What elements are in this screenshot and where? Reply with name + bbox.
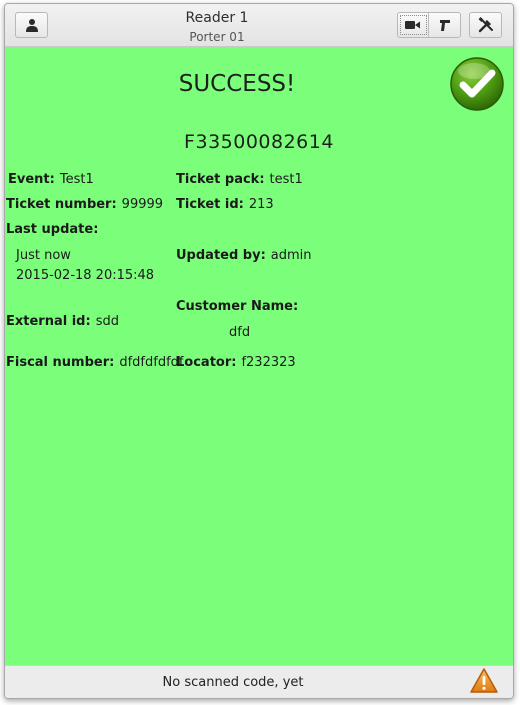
locator-field: Locator: f232323 xyxy=(176,355,296,370)
title-bar: Reader 1 Porter 01 xyxy=(5,4,513,47)
external-id-label: External id: xyxy=(6,314,91,329)
app-window: Reader 1 Porter 01 SUCCESS! F33500082614… xyxy=(4,3,514,699)
settings-button[interactable] xyxy=(469,12,502,38)
locator-label: Locator: xyxy=(176,355,237,370)
ticket-id-label: Ticket id: xyxy=(176,197,244,212)
ticket-pack-label: Ticket pack: xyxy=(176,172,265,187)
ticket-number-label: Ticket number: xyxy=(6,197,117,212)
fiscal-number-field: Fiscal number: dfdfdfdfdf xyxy=(6,355,183,370)
ticket-id-value: 213 xyxy=(248,197,274,212)
ticket-pack-value: test1 xyxy=(269,172,303,187)
camera-button[interactable] xyxy=(398,13,430,37)
warning-icon[interactable] xyxy=(469,667,499,695)
last-update-field: Last update: xyxy=(6,222,103,237)
locator-value: f232323 xyxy=(241,355,296,370)
ticket-number-field: Ticket number: 99999 xyxy=(6,197,163,212)
checkmark-icon xyxy=(450,57,504,111)
scanner-button[interactable] xyxy=(429,13,460,37)
status-message: No scanned code, yet xyxy=(162,675,304,690)
ticket-number-value: 99999 xyxy=(121,197,164,212)
customer-name-field: Customer Name: xyxy=(176,299,303,314)
ticket-id-field: Ticket id: 213 xyxy=(176,197,274,212)
event-label: Event: xyxy=(8,172,55,187)
result-status: SUCCESS! xyxy=(178,71,296,97)
fiscal-number-label: Fiscal number: xyxy=(6,355,115,370)
barcode-scanner-icon xyxy=(439,20,450,31)
event-value: Test1 xyxy=(59,172,94,187)
scanned-code: F33500082614 xyxy=(184,131,334,153)
fiscal-number-value: dfdfdfdfdf xyxy=(119,355,184,370)
updated-by-value: admin xyxy=(270,248,312,263)
input-source-toggle xyxy=(397,12,461,38)
status-bar: No scanned code, yet xyxy=(5,665,513,698)
event-field: Event: Test1 xyxy=(8,172,94,187)
scan-result-panel: SUCCESS! F33500082614 Event: Test1 Ticket… xyxy=(5,47,513,665)
external-id-value: sdd xyxy=(95,314,119,329)
window-subtitle: Porter 01 xyxy=(189,30,245,44)
updated-by-label: Updated by: xyxy=(176,248,266,263)
last-update-label: Last update: xyxy=(6,222,99,237)
ticket-pack-field: Ticket pack: test1 xyxy=(176,172,303,187)
customer-name-value: dfd xyxy=(229,325,251,340)
updated-by-field: Updated by: admin xyxy=(176,248,312,263)
last-update-relative: Just now xyxy=(16,248,71,263)
window-title: Reader 1 xyxy=(185,10,249,26)
customer-name-label: Customer Name: xyxy=(176,299,299,314)
last-update-datetime: 2015-02-18 20:15:48 xyxy=(16,268,155,283)
video-camera-icon xyxy=(405,21,420,29)
tools-icon xyxy=(478,17,493,33)
external-id-field: External id: sdd xyxy=(6,314,119,329)
